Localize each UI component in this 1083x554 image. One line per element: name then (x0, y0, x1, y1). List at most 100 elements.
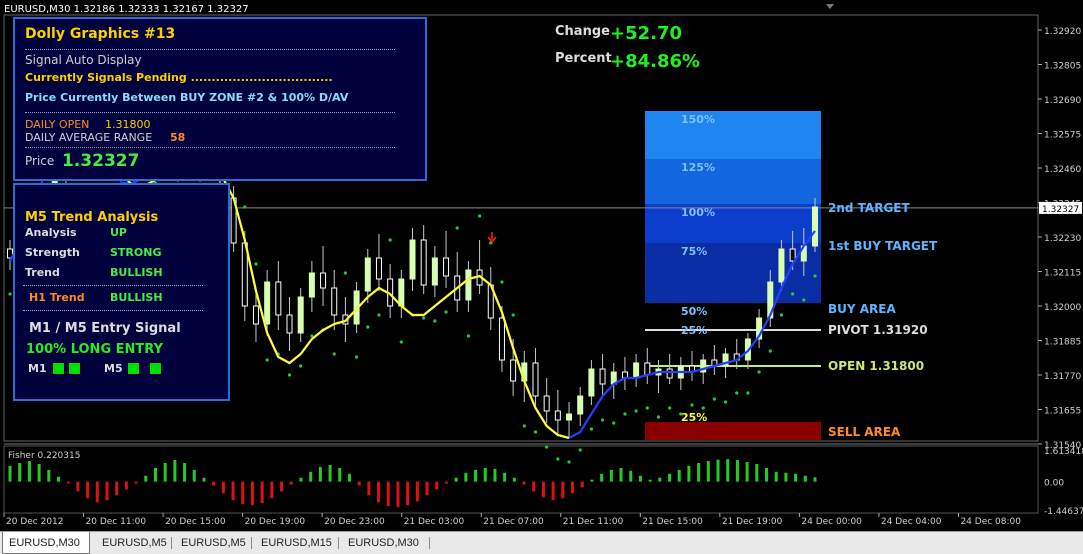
sar-dot (511, 313, 515, 317)
candle-body (375, 257, 382, 280)
sar-dot (556, 457, 560, 461)
sar-dot (701, 406, 705, 410)
percent-label: Percent (555, 51, 612, 66)
time-tick-label: 24 Dec 08:00 (960, 517, 1021, 527)
signals-pending: Currently Signals Pending ..............… (25, 71, 333, 84)
candle-body (252, 305, 259, 325)
sar-dot (377, 313, 381, 317)
change-label: Change (555, 24, 610, 39)
sell-area-band (645, 422, 821, 440)
trend-separator (23, 310, 203, 311)
candle-body (364, 257, 371, 292)
candle-body (532, 362, 539, 397)
tab-divider (251, 537, 252, 549)
price-tick-label: 1.32690 (1044, 96, 1081, 106)
h1-trend-label: H1 Trend (29, 291, 85, 304)
sar-dot (813, 274, 817, 278)
tab-eurusd-m30-active[interactable]: EURUSD,M30 (2, 532, 90, 554)
tab-eurusd-m30[interactable]: EURUSD,M30 (342, 534, 428, 553)
trend-row-value: STRONG (110, 246, 162, 259)
trend-row-value: UP (110, 226, 127, 239)
sar-dot (299, 364, 303, 368)
target-zone-label: 50% (681, 305, 707, 318)
candle-body (543, 395, 550, 412)
sar-dot (690, 403, 694, 407)
low-percent-label: 25% (681, 411, 707, 424)
candle-body (566, 413, 573, 421)
level-line-label: SELL AREA (828, 425, 901, 439)
sar-dot (735, 391, 739, 395)
current-price-label: 1.32327 (1042, 205, 1079, 215)
m1-signal-indicator (53, 363, 64, 374)
sar-dot (354, 355, 359, 359)
trend-row-value: BULLISH (110, 266, 163, 279)
sar-dot (455, 226, 459, 230)
sar-dot (466, 334, 471, 338)
sar-dot (578, 448, 582, 452)
time-tick-label: 24 Dec 04:00 (881, 517, 942, 527)
sar-dot (656, 415, 661, 419)
time-tick-label: 20 Dec 19:00 (245, 517, 306, 527)
sar-dot (8, 292, 12, 296)
candle-body (510, 359, 517, 382)
price-tick-label: 1.31655 (1044, 407, 1081, 417)
indicator-name: Fisher 0.220315 (8, 451, 80, 461)
tab-eurusd-m5[interactable]: EURUSD,M5 (96, 534, 170, 553)
sar-dot (265, 358, 269, 362)
daily-open-label: DAILY OPEN (25, 118, 90, 131)
sar-dot (668, 406, 672, 410)
candle-body (554, 410, 561, 421)
candle-body (320, 272, 327, 289)
sar-dot (366, 325, 370, 329)
time-tick-label: 21 Dec 19:00 (722, 517, 783, 527)
price-tick-label: 1.32230 (1044, 234, 1081, 244)
candle-body (275, 281, 282, 316)
sar-dot (399, 340, 403, 344)
time-tick-label: 21 Dec 15:00 (642, 517, 703, 527)
candle-body (286, 314, 293, 334)
sar-dot (679, 412, 683, 416)
sar-dot (254, 262, 258, 266)
target-zone-label: 125% (681, 161, 715, 174)
level-line-label: OPEN 1.31800 (828, 359, 924, 373)
candle-body (588, 368, 595, 397)
sar-dot (332, 352, 336, 356)
tab-divider (171, 537, 172, 549)
tab-eurusd-m15[interactable]: EURUSD,M15 (255, 534, 337, 553)
change-value: +52.70 (610, 23, 682, 44)
target-zone-band (645, 111, 821, 159)
tab-divider (429, 537, 430, 549)
candle-body (633, 362, 640, 379)
candle-body (465, 269, 472, 301)
dolly-separator (25, 112, 395, 113)
mt4-chart-window[interactable]: 150% 125% 100% 75% 50% 2nd TARGET 1st BUY TAR… (0, 0, 1083, 554)
dar-value: 58 (170, 131, 186, 144)
sar-dot (567, 460, 571, 464)
candle-body (812, 206, 818, 247)
price-tick-label: 1.32460 (1044, 165, 1081, 175)
price-between-zone: Price Currently Between BUY ZONE #2 & 10… (25, 91, 349, 104)
signal-auto-display: Signal Auto Display (25, 53, 142, 67)
price-tick-label: 1.31770 (1044, 372, 1081, 382)
m1-label: M1 (28, 362, 47, 375)
sar-dot (600, 418, 605, 422)
candle-body (431, 257, 438, 286)
sar-dot (433, 319, 437, 323)
tab-eurusd-m5-2[interactable]: EURUSD,M5 (175, 534, 249, 553)
sar-dot (802, 298, 806, 302)
candle-body (297, 296, 304, 334)
trend-row-label: Trend (25, 266, 60, 279)
sar-dot (612, 421, 616, 425)
entry-signal-value: 100% LONG ENTRY (26, 342, 163, 357)
target-zone-label: 75% (681, 245, 707, 258)
percent-value: +84.86% (610, 51, 700, 72)
sar-dot (500, 280, 504, 284)
price-value: 1.32327 (62, 151, 140, 171)
candle-body (666, 368, 673, 379)
candle-body (577, 395, 584, 415)
sar-dot (712, 397, 716, 401)
price-tick-label: 1.31885 (1044, 338, 1081, 348)
candle-body (308, 272, 315, 298)
m1-signal-indicator (69, 363, 80, 374)
candle-body (443, 257, 450, 277)
